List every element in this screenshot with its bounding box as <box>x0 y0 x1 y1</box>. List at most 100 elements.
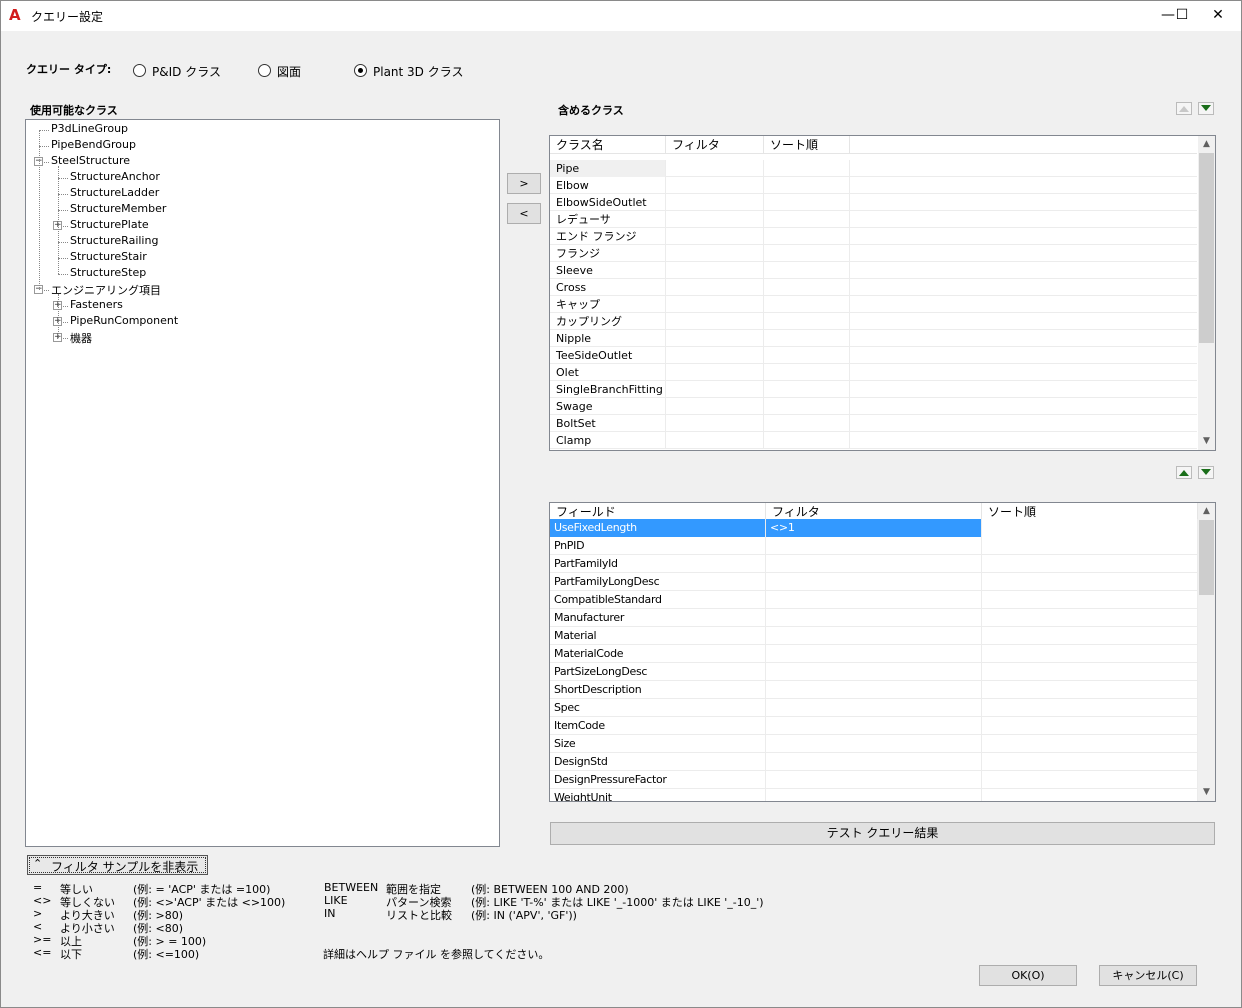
field-move-up-button[interactable] <box>1176 466 1192 479</box>
close-button[interactable]: ✕ <box>1201 1 1235 31</box>
field-name-cell[interactable]: PartFamilyId <box>550 555 766 573</box>
sort-cell[interactable] <box>764 245 850 262</box>
field-sort-cell[interactable] <box>982 663 1198 681</box>
field-name-cell[interactable]: ItemCode <box>550 717 766 735</box>
table-row[interactable]: Pipe <box>550 160 1197 177</box>
tree-item[interactable]: Fasteners <box>70 298 123 311</box>
table-row[interactable]: DesignPressureFactor <box>550 771 1198 789</box>
filter-cell[interactable] <box>666 381 764 398</box>
table-row[interactable]: フランジ <box>550 245 1197 262</box>
class-name-cell[interactable]: ElbowSideOutlet <box>550 194 666 211</box>
field-filter-cell[interactable] <box>766 663 982 681</box>
table-row[interactable]: Olet <box>550 364 1197 381</box>
field-filter-cell[interactable] <box>766 771 982 789</box>
class-name-cell[interactable]: フランジ <box>550 245 666 262</box>
table-row[interactable]: Sleeve <box>550 262 1197 279</box>
radio-label[interactable]: 図面 <box>277 63 301 80</box>
move-up-button[interactable] <box>1176 102 1192 115</box>
filter-cell[interactable] <box>666 194 764 211</box>
radio-label[interactable]: P&ID クラス <box>152 63 221 80</box>
test-query-button[interactable]: テスト クエリー結果 <box>550 822 1215 845</box>
field-sort-cell[interactable] <box>982 699 1198 717</box>
class-name-cell[interactable]: Clamp <box>550 432 666 449</box>
table-row[interactable]: Clamp <box>550 432 1197 449</box>
class-name-cell[interactable]: Swage <box>550 398 666 415</box>
sort-cell[interactable] <box>764 347 850 364</box>
class-name-cell[interactable]: SingleBranchFitting <box>550 381 666 398</box>
field-name-cell[interactable]: PartSizeLongDesc <box>550 663 766 681</box>
table-row[interactable]: DesignStd <box>550 753 1198 771</box>
hide-samples-button[interactable]: ⌃ フィルタ サンプルを非表示 <box>27 855 208 875</box>
table-row[interactable]: WeightUnit <box>550 789 1198 801</box>
table-row[interactable]: Manufacturer <box>550 609 1198 627</box>
tree-item[interactable]: エンジニアリング項目 <box>51 282 161 298</box>
table-row[interactable]: Material <box>550 627 1198 645</box>
class-name-cell[interactable]: TeeSideOutlet <box>550 347 666 364</box>
field-filter-cell[interactable] <box>766 555 982 573</box>
table-row[interactable]: エンド フランジ <box>550 228 1197 245</box>
remove-class-button[interactable]: < <box>507 203 541 224</box>
included-grid-scrollbar[interactable]: ▲ ▼ <box>1198 136 1215 450</box>
filter-cell[interactable] <box>666 228 764 245</box>
field-filter-cell[interactable] <box>766 789 982 801</box>
tree-item[interactable]: StructureAnchor <box>70 170 160 183</box>
scrollbar-thumb[interactable] <box>1199 153 1214 343</box>
class-name-cell[interactable]: レデューサ <box>550 211 666 228</box>
filter-cell[interactable] <box>666 347 764 364</box>
table-row[interactable]: Spec <box>550 699 1198 717</box>
field-sort-cell[interactable] <box>982 681 1198 699</box>
sort-cell[interactable] <box>764 262 850 279</box>
table-row[interactable]: レデューサ <box>550 211 1197 228</box>
tree-item[interactable]: 機器 <box>70 330 92 346</box>
field-sort-cell[interactable] <box>982 591 1198 609</box>
table-row[interactable]: SingleBranchFitting <box>550 381 1197 398</box>
class-name-cell[interactable]: カップリング <box>550 313 666 330</box>
filter-cell[interactable] <box>666 245 764 262</box>
scrollbar-thumb[interactable] <box>1199 520 1214 595</box>
field-sort-cell[interactable] <box>982 627 1198 645</box>
cancel-button[interactable]: キャンセル(C) <box>1099 965 1197 986</box>
filter-cell[interactable] <box>666 364 764 381</box>
table-row[interactable]: Elbow <box>550 177 1197 194</box>
table-row[interactable]: TeeSideOutlet <box>550 347 1197 364</box>
field-filter-cell[interactable] <box>766 717 982 735</box>
field-name-cell[interactable]: CompatibleStandard <box>550 591 766 609</box>
filter-cell[interactable] <box>666 279 764 296</box>
field-filter-cell[interactable] <box>766 627 982 645</box>
field-filter-cell[interactable] <box>766 591 982 609</box>
field-sort-cell[interactable] <box>982 573 1198 591</box>
table-row[interactable]: PnPID <box>550 537 1198 555</box>
column-header-class-name[interactable]: クラス名 <box>550 136 666 154</box>
sort-cell[interactable] <box>764 194 850 211</box>
tree-item[interactable]: StructureRailing <box>70 234 158 247</box>
field-name-cell[interactable]: PnPID <box>550 537 766 555</box>
filter-cell[interactable] <box>666 211 764 228</box>
sort-cell[interactable] <box>764 211 850 228</box>
field-filter-cell[interactable] <box>766 645 982 663</box>
class-name-cell[interactable]: Nipple <box>550 330 666 347</box>
field-filter-cell[interactable]: <>1 <box>766 519 982 537</box>
filter-cell[interactable] <box>666 415 764 432</box>
field-filter-cell[interactable] <box>766 753 982 771</box>
column-header-sort[interactable]: ソート順 <box>764 136 850 154</box>
sort-cell[interactable] <box>764 398 850 415</box>
field-sort-cell[interactable] <box>982 789 1198 801</box>
field-filter-cell[interactable] <box>766 681 982 699</box>
tree-item[interactable]: StructureLadder <box>70 186 159 199</box>
sort-cell[interactable] <box>764 228 850 245</box>
field-grid[interactable]: フィールド フィルタ ソート順 UseFixedLength <>1 PnPID Pa… <box>549 502 1216 802</box>
field-sort-cell[interactable] <box>982 537 1198 555</box>
tree-item[interactable]: StructureMember <box>70 202 166 215</box>
field-filter-cell[interactable] <box>766 609 982 627</box>
add-class-button[interactable]: > <box>507 173 541 194</box>
table-row[interactable]: Size <box>550 735 1198 753</box>
sort-cell[interactable] <box>764 415 850 432</box>
sort-cell[interactable] <box>764 177 850 194</box>
field-move-down-button[interactable] <box>1198 466 1214 479</box>
field-sort-cell[interactable] <box>982 609 1198 627</box>
field-name-cell[interactable]: Material <box>550 627 766 645</box>
field-sort-cell[interactable] <box>982 519 1198 537</box>
sort-cell[interactable] <box>764 160 850 177</box>
table-row[interactable]: Swage <box>550 398 1197 415</box>
table-row[interactable]: BoltSet <box>550 415 1197 432</box>
